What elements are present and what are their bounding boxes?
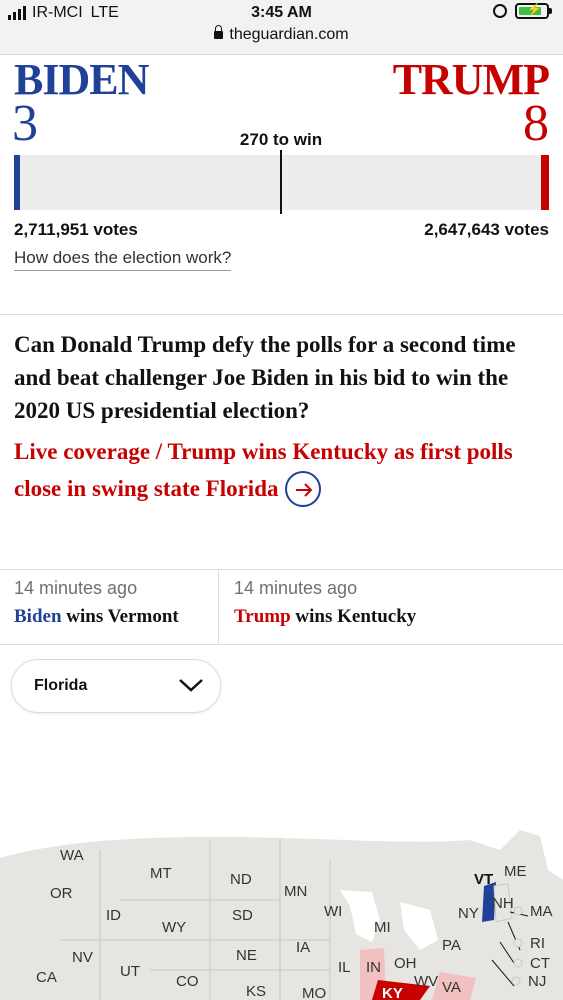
state-label-nv: NV [72, 949, 93, 966]
update-item-kentucky[interactable]: 14 minutes ago Trump wins Kentucky [234, 570, 554, 644]
state-label-ia: IA [296, 939, 310, 956]
state-label-co: CO [176, 973, 199, 990]
win-threshold-line [280, 150, 282, 214]
update-text: Trump wins Kentucky [234, 606, 416, 628]
state-label-nd: ND [230, 871, 252, 888]
section-divider [0, 314, 563, 315]
state-label-pa: PA [442, 937, 461, 954]
trump-electoral-votes: 8 [523, 95, 549, 152]
trump-popular-votes: 2,647,643 votes [424, 220, 549, 239]
state-label-ky: KY [382, 985, 403, 1000]
state-label-vt: VT [474, 871, 493, 888]
battery-icon: ⚡ [515, 2, 552, 19]
update-candidate: Biden [14, 606, 62, 627]
update-text: Biden wins Vermont [14, 606, 179, 628]
state-label-wi: WI [324, 903, 342, 920]
state-label-va: VA [442, 979, 461, 996]
state-label-nj: NJ [528, 973, 546, 990]
state-label-in: IN [366, 959, 381, 976]
biden-vote-fill [14, 155, 20, 210]
state-dot-ri[interactable] [513, 938, 523, 948]
state-label-ny: NY [458, 905, 479, 922]
state-label-wv: WV [414, 973, 438, 990]
clock: 3:45 AM [251, 4, 312, 21]
live-coverage-link[interactable]: Live coverage / Trump wins Kentucky as f… [14, 433, 554, 509]
state-label-mt: MT [150, 865, 172, 882]
state-label-me: ME [504, 863, 527, 880]
us-election-map[interactable]: WA MT ND MN VT ME OR ID SD WI NH NY MA WY MI RI IA PA CT NV… [0, 830, 563, 1000]
state-label-wa: WA [60, 847, 84, 864]
state-dot-ct[interactable] [513, 958, 523, 968]
state-label-mi: MI [374, 919, 391, 936]
state-label-ut: UT [120, 963, 140, 980]
state-label-mn: MN [284, 883, 307, 900]
updates-divider [218, 570, 219, 644]
update-candidate: Trump [234, 606, 291, 627]
status-bar: IR-MCI LTE 3:45 AM ⚡ theguardian.com [0, 0, 563, 55]
url-bar[interactable]: theguardian.com [0, 25, 563, 44]
state-select[interactable]: Florida [11, 659, 221, 713]
state-select-value: Florida [34, 677, 88, 694]
state-label-sd: SD [232, 907, 253, 924]
state-label-ca: CA [36, 969, 57, 986]
update-time: 14 minutes ago [234, 578, 358, 598]
state-dot-nj[interactable] [511, 976, 521, 986]
state-label-or: OR [50, 885, 73, 902]
state-label-ri: RI [530, 935, 545, 952]
chevron-down-icon [179, 679, 203, 692]
status-icons: ⚡ [493, 2, 552, 19]
how-election-works-link[interactable]: How does the election work? [14, 248, 232, 271]
update-time: 14 minutes ago [14, 578, 138, 598]
state-label-ct: CT [530, 955, 550, 972]
biden-popular-votes: 2,711,951 votes [14, 220, 138, 239]
update-item-vermont[interactable]: 14 minutes ago Biden wins Vermont [14, 570, 214, 644]
state-label-ne: NE [236, 947, 257, 964]
win-threshold-label: 270 to win [239, 130, 323, 149]
update-result: wins Kentucky [290, 606, 417, 627]
state-dot-ma[interactable] [513, 906, 523, 916]
arrow-right-icon[interactable] [284, 470, 321, 507]
state-label-wy: WY [162, 919, 186, 936]
state-label-mo: MO [302, 985, 326, 1000]
trump-vote-fill [541, 155, 549, 210]
live-coverage-text[interactable]: Live coverage / Trump wins Kentucky as f… [14, 439, 513, 501]
updates-bottom-divider [0, 644, 563, 645]
update-result: wins Vermont [61, 606, 179, 627]
state-label-id: ID [106, 907, 121, 924]
state-label-ma: MA [530, 903, 553, 920]
biden-electoral-votes: 3 [12, 95, 38, 152]
alarm-icon [493, 4, 507, 18]
lock-icon [214, 25, 224, 39]
state-label-oh: OH [394, 955, 417, 972]
state-label-nh: NH [492, 895, 514, 912]
state-label-il: IL [338, 959, 351, 976]
url-text: theguardian.com [229, 26, 349, 43]
state-label-ks: KS [246, 983, 266, 1000]
article-headline: Can Donald Trump defy the polls for a se… [14, 332, 516, 423]
